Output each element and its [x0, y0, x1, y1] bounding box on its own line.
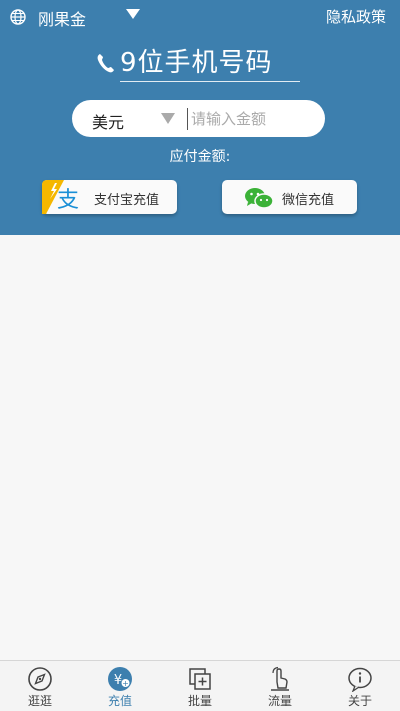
amount-input[interactable]: [187, 108, 317, 130]
wechat-recharge-button[interactable]: 微信充值: [222, 180, 357, 214]
tab-about[interactable]: 关于: [320, 661, 400, 711]
tab-recharge[interactable]: ¥ + 充值: [80, 661, 160, 711]
tab-label: 批量: [187, 694, 212, 708]
tab-label: 逛逛: [27, 694, 52, 708]
tab-batch[interactable]: 批量: [160, 661, 240, 711]
alipay-icon: 支: [42, 180, 79, 214]
globe-icon[interactable]: [10, 9, 26, 25]
tab-label: 流量: [267, 694, 292, 708]
data-traffic-icon: [271, 666, 289, 691]
tab-data[interactable]: 流量: [240, 661, 320, 711]
tab-label: 关于: [347, 694, 372, 708]
phone-number-input[interactable]: 9位手机号码: [120, 42, 300, 82]
currency-selector[interactable]: 美元: [92, 109, 124, 133]
batch-add-icon: [189, 668, 211, 690]
alipay-button-label: 支付宝充值: [94, 193, 160, 208]
tab-label: 充值: [107, 694, 132, 708]
bottom-tab-bar: 逛逛 ¥ + 充值 批量 流量 关于: [0, 660, 400, 711]
country-selector[interactable]: 刚果金: [38, 6, 86, 30]
chevron-down-icon[interactable]: [126, 9, 140, 19]
dropdown-arrow-icon[interactable]: [161, 113, 175, 124]
amount-box: 美元: [72, 100, 325, 137]
privacy-policy-link[interactable]: 隐私政策: [326, 6, 386, 27]
wechat-button-label: 微信充值: [282, 193, 335, 208]
alipay-recharge-button[interactable]: 支 支付宝充值: [42, 180, 177, 214]
top-bar: 刚果金 隐私政策: [0, 0, 400, 32]
header-panel: 刚果金 隐私政策 9位手机号码 美元 应付金额: 支 支付宝充值: [0, 0, 400, 235]
svg-text:+: +: [122, 679, 129, 688]
svg-text:¥: ¥: [114, 673, 122, 688]
payable-amount-label: 应付金额:: [169, 149, 231, 165]
compass-icon: [28, 667, 52, 691]
info-icon: [348, 667, 372, 692]
content-area: [0, 235, 400, 660]
svg-text:支: 支: [57, 188, 79, 213]
wechat-icon: [245, 188, 274, 209]
tab-explore[interactable]: 逛逛: [0, 661, 80, 711]
phone-icon: [97, 54, 114, 73]
recharge-icon: ¥ +: [108, 667, 132, 691]
phone-number-row: 9位手机号码: [95, 42, 305, 82]
